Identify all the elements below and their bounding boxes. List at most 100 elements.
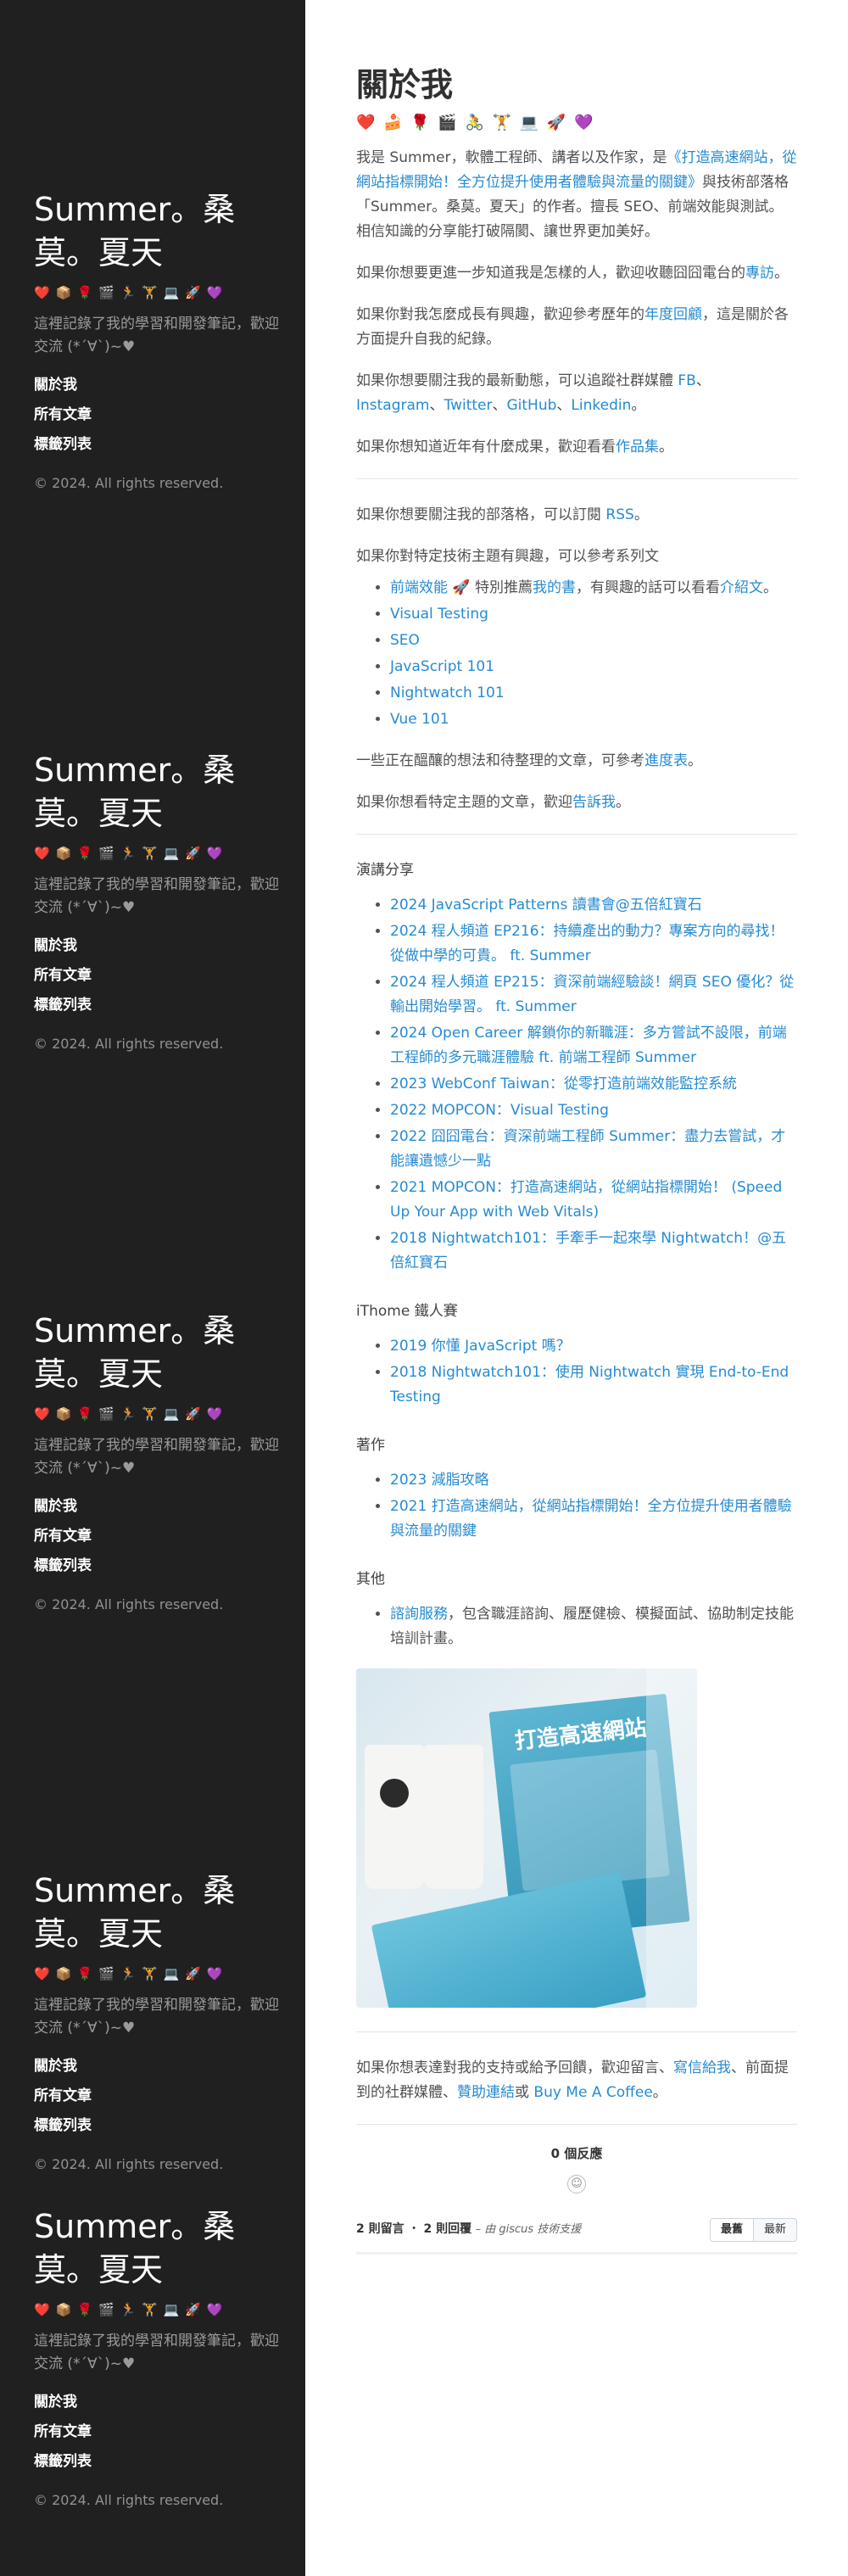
nav-all-posts[interactable]: 所有文章 [34,2417,280,2447]
series-link-javascript[interactable]: JavaScript 101 [390,658,494,675]
talk-link[interactable]: 2024 程人頻道 EP216：持續產出的動力？專案方向的尋找！從做中學的可貴。… [390,923,784,964]
talk-link[interactable]: 2022 MOPCON：Visual Testing [390,1102,609,1119]
sidebar-nav: 關於我 所有文章 標籤列表 [34,371,280,460]
site-description: 這裡記錄了我的學習和開發筆記，歡迎交流 (*´∀`)~♥ [34,2333,279,2372]
list-item: 2024 程人頻道 EP216：持續產出的動力？專案方向的尋找！從做中學的可貴。… [390,919,797,969]
comments-bar: 2 則留言 ・ 2 則回覆 – 由 giscus 技術支援 最舊 最新 [356,2217,797,2242]
twitter-link[interactable]: Twitter [444,397,493,414]
divider [356,834,797,835]
instagram-link[interactable]: Instagram [356,397,430,414]
site-title[interactable]: Summer。桑莫。夏天 [34,1869,280,1956]
portfolio-link[interactable]: 作品集 [616,439,659,455]
text: 如果你想要關注我的部落格，可以訂閱 [356,506,601,523]
nav-tags[interactable]: 標籤列表 [34,2447,280,2477]
nav-all-posts[interactable]: 所有文章 [34,400,280,430]
buy-me-a-coffee-link[interactable]: Buy Me A Coffee [533,2084,652,2101]
nav-about[interactable]: 關於我 [34,371,280,400]
site-title[interactable]: Summer。桑莫。夏天 [34,749,280,835]
reply-count: 2 則回覆 [423,2222,472,2236]
github-link[interactable]: GitHub [506,397,556,414]
site-title[interactable]: Summer。桑莫。夏天 [34,1310,280,1396]
nav-tags[interactable]: 標籤列表 [34,991,280,1020]
comment-summary: 2 則留言 ・ 2 則回覆 – 由 giscus 技術支援 [356,2217,581,2242]
fb-link[interactable]: FB [678,372,695,389]
linkedin-link[interactable]: Linkedin [571,397,631,414]
book-item-link[interactable]: 2023 減脂攻略 [390,1472,489,1489]
series-link-visual-testing[interactable]: Visual Testing [390,606,488,623]
site-description: 這裡記錄了我的學習和開發筆記，歡迎交流 (*´∀`)~♥ [34,1437,279,1477]
site-title[interactable]: Summer。桑莫。夏天 [34,188,280,275]
list-item: 2021 MOPCON：打造高速網站，從網站指標開始！ (Speed Up Yo… [390,1176,797,1225]
ithome-list: 2019 你懂 JavaScript 嗎？ 2018 Nightwatch101… [390,1334,797,1410]
sidebar-block: Summer。桑莫。夏天 ❤️ 📦 🌹 🎬 🏃 🏋️ 💻 🚀 💜 這裡記錄了我的… [34,1310,280,1612]
nav-all-posts[interactable]: 所有文章 [34,2081,280,2111]
talk-link[interactable]: 2024 JavaScript Patterns 讀書會@五倍紅寶石 [390,897,702,914]
series-link-seo[interactable]: SEO [390,632,420,649]
intro-article-link[interactable]: 介紹文 [720,579,763,596]
list-item: 2018 Nightwatch101：手牽手一起來學 Nightwatch！@五… [390,1227,797,1276]
main-content: 關於我 ❤️ 🍰 🌹 🎬 🚴 🏋️ 💻 🚀 💜 我是 Summer，軟體工程師、… [356,0,797,2255]
request-paragraph: 如果你想看特定主題的文章，歡迎告訴我。 [356,791,797,815]
nav-all-posts[interactable]: 所有文章 [34,1522,280,1551]
my-book-link[interactable]: 我的書 [533,579,576,596]
social-paragraph: 如果你想要關注我的最新動態，可以追蹤社群媒體 FB、Instagram、Twit… [356,372,711,414]
talk-link[interactable]: 2022 囧囧電台：資深前端工程師 Summer：盡力去嘗試，才能讓遺憾少一點 [390,1128,785,1170]
support-paragraph: 如果你想表達對我的支持或給予回饋，歡迎留言、寫信給我、前面提到的社群媒體、贊助連… [356,2056,797,2105]
books-heading: 著作 [356,1437,385,1454]
talk-link[interactable]: 2021 MOPCON：打造高速網站，從網站指標開始！ (Speed Up Yo… [390,1179,782,1221]
annual-review-link[interactable]: 年度回顧 [644,306,702,323]
interview-link[interactable]: 專訪 [745,265,774,282]
cup-shape [365,1745,424,1889]
copyright: © 2024. All rights reserved. [34,1596,224,1612]
progress-paragraph: 一些正在醞釀的想法和待整理的文章，可參考進度表。 [356,749,797,774]
nav-tags[interactable]: 標籤列表 [34,1551,280,1581]
sidebar-block: Summer。桑莫。夏天 ❤️ 📦 🌹 🎬 🏃 🏋️ 💻 🚀 💜 這裡記錄了我的… [34,2205,280,2508]
talk-link[interactable]: 2024 程人頻道 EP215：資深前端經驗談！網頁 SEO 優化？從輸出開始學… [390,974,794,1015]
text: 。 [762,579,778,596]
sponsor-link[interactable]: 贊助連結 [457,2084,515,2101]
nav-tags[interactable]: 標籤列表 [34,430,280,460]
sidebar-emoji-row: ❤️ 📦 🌹 🎬 🏃 🏋️ 💻 🚀 💜 [34,1966,224,1981]
divider [356,478,797,479]
ithome-link[interactable]: 2018 Nightwatch101：使用 Nightwatch 實現 End-… [390,1364,789,1405]
ithome-link[interactable]: 2019 你懂 JavaScript 嗎？ [390,1338,571,1355]
list-item: 2024 JavaScript Patterns 讀書會@五倍紅寶石 [390,893,797,918]
progress-link[interactable]: 進度表 [644,752,688,769]
sort-newest-button[interactable]: 最新 [753,2217,797,2242]
series-list: 前端效能 🚀 特別推薦我的書，有興趣的話可以看看介紹文。 Visual Test… [390,576,797,732]
nav-tags[interactable]: 標籤列表 [34,2111,280,2141]
series-link-nightwatch[interactable]: Nightwatch 101 [390,685,505,701]
series-link-vue[interactable]: Vue 101 [390,711,449,728]
sidebar-block: Summer。桑莫。夏天 ❤️ 📦 🌹 🎬 🏃 🏋️ 💻 🚀 💜 這裡記錄了我的… [34,1869,280,2172]
cup-shape [424,1745,483,1889]
book-item-link[interactable]: 2021 打造高速網站，從網站指標開始！全方位提升使用者體驗與流量的關鍵 [390,1498,792,1539]
email-link[interactable]: 寫信給我 [673,2059,731,2076]
series-intro: 如果你對特定技術主題有興趣，可以參考系列文 [356,548,659,565]
nav-about[interactable]: 關於我 [34,2052,280,2081]
site-title[interactable]: Summer。桑莫。夏天 [34,2205,280,2292]
sort-oldest-button[interactable]: 最舊 [709,2217,754,2242]
tell-me-link[interactable]: 告訴我 [572,794,616,811]
text: 。 [774,265,789,282]
nav-about[interactable]: 關於我 [34,931,280,961]
consulting-link[interactable]: 諮詢服務 [390,1606,448,1623]
nav-about[interactable]: 關於我 [34,1492,280,1522]
talk-link[interactable]: 2023 WebConf Taiwan：從零打造前端效能監控系統 [390,1076,737,1092]
text: 或 [515,2084,529,2101]
talk-link[interactable]: 2024 Open Career 解鎖你的新職涯：多方嘗試不設限，前端工程師的多… [390,1025,787,1066]
nav-about[interactable]: 關於我 [34,2388,280,2417]
list-item: 2022 MOPCON：Visual Testing [390,1098,797,1123]
list-item: JavaScript 101 [390,655,797,679]
series-link-perf[interactable]: 前端效能 [390,579,448,596]
list-item: Visual Testing [390,602,797,627]
nav-all-posts[interactable]: 所有文章 [34,961,280,991]
divider [356,2124,797,2125]
add-reaction-icon[interactable]: ☺ [567,2175,586,2193]
divider [356,2031,797,2032]
intro-text: 我是 Summer，軟體工程師、講者以及作家，是 [356,149,667,166]
text: 如果你想表達對我的支持或給予回饋，歡迎留言、 [356,2059,673,2076]
site-description: 這裡記錄了我的學習和開發筆記，歡迎交流 (*´∀`)~♥ [34,316,279,355]
rss-link[interactable]: RSS [605,506,633,523]
books-list: 2023 減脂攻略 2021 打造高速網站，從網站指標開始！全方位提升使用者體驗… [390,1468,797,1544]
talk-link[interactable]: 2018 Nightwatch101：手牽手一起來學 Nightwatch！@五… [390,1230,786,1271]
